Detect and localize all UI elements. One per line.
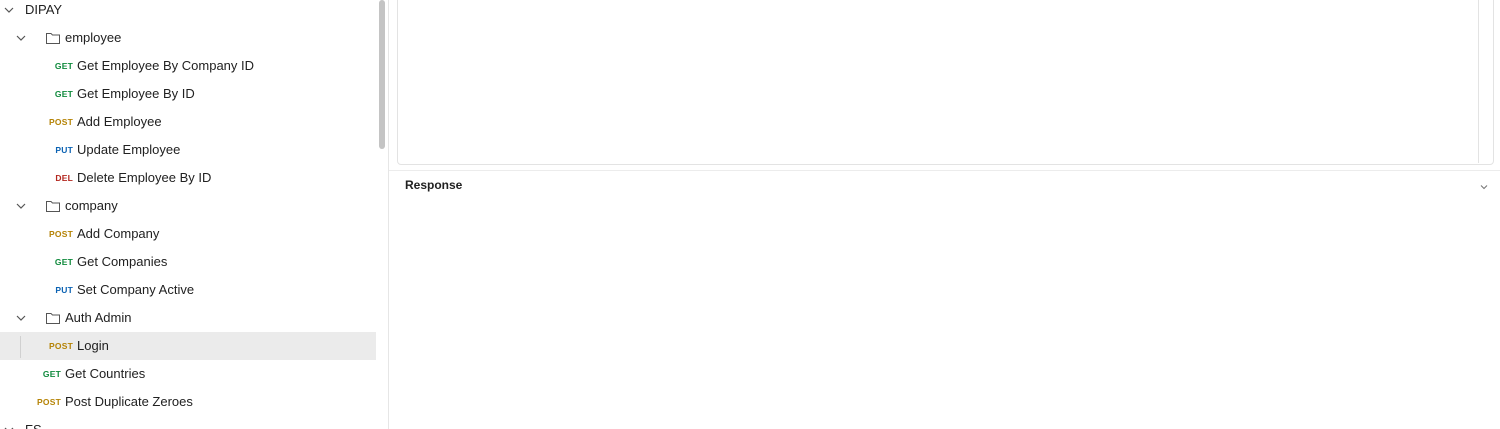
collections-sidebar: DIPAY employee GET Get Employee By Compa… [0,0,389,429]
sidebar-scrollbar[interactable] [379,0,385,149]
chevron-down-icon [15,200,27,212]
request-get-employee-by-id[interactable]: GET Get Employee By ID [0,80,376,108]
folder-employee[interactable]: employee [0,24,376,52]
tree-guide-line [20,336,21,358]
folder-auth-admin[interactable]: Auth Admin [0,304,376,332]
method-badge: GET [42,369,61,379]
request-label: Add Employee [77,114,162,129]
method-badge: POST [37,397,61,407]
method-badge: POST [49,229,73,239]
request-label: Get Employee By ID [77,86,195,101]
folder-icon [45,311,61,325]
folder-icon [45,31,61,45]
folder-icon [45,199,61,213]
method-badge: PUT [55,285,73,295]
request-get-countries[interactable]: GET Get Countries [0,360,376,388]
request-login[interactable]: POST Login [0,332,376,360]
response-section-title: Response [405,178,463,192]
collection-fs[interactable]: FS [0,416,376,429]
request-label: Login [77,338,109,353]
chevron-down-icon [3,424,15,429]
collection-name: DIPAY [25,2,63,17]
request-update-employee[interactable]: PUT Update Employee [0,136,376,164]
request-label: Get Countries [65,366,146,381]
request-label: Get Companies [77,254,168,269]
request-add-company[interactable]: POST Add Company [0,220,376,248]
folder-label: company [65,198,118,213]
folder-label: employee [65,30,122,45]
method-badge: DEL [55,173,73,183]
request-post-duplicate-zeroes[interactable]: POST Post Duplicate Zeroes [0,388,376,416]
section-divider [389,170,1500,171]
request-get-companies[interactable]: GET Get Companies [0,248,376,276]
request-set-company-active[interactable]: PUT Set Company Active [0,276,376,304]
request-label: Post Duplicate Zeroes [65,394,193,409]
method-badge: PUT [55,145,73,155]
request-get-employee-by-company-id[interactable]: GET Get Employee By Company ID [0,52,376,80]
method-badge: POST [49,341,73,351]
request-label: Update Employee [77,142,181,157]
request-body-editor[interactable] [397,0,1494,165]
request-label: Set Company Active [77,282,195,297]
folder-label: Auth Admin [65,310,132,325]
collection-name: FS [25,422,42,429]
request-label: Get Employee By Company ID [77,58,255,73]
request-add-employee[interactable]: POST Add Employee [0,108,376,136]
method-badge: POST [49,117,73,127]
request-delete-employee-by-id[interactable]: DEL Delete Employee By ID [0,164,376,192]
chevron-down-icon [3,4,15,16]
folder-company[interactable]: company [0,192,376,220]
request-label: Delete Employee By ID [77,170,212,185]
collection-dipay[interactable]: DIPAY [0,0,376,24]
chevron-down-icon [15,312,27,324]
method-badge: GET [54,61,73,71]
chevron-down-icon [15,32,27,44]
request-label: Add Company [77,226,160,241]
method-badge: GET [54,257,73,267]
method-badge: GET [54,89,73,99]
chevron-down-icon[interactable] [1478,180,1490,192]
editor-scroll-gutter [1478,0,1479,163]
